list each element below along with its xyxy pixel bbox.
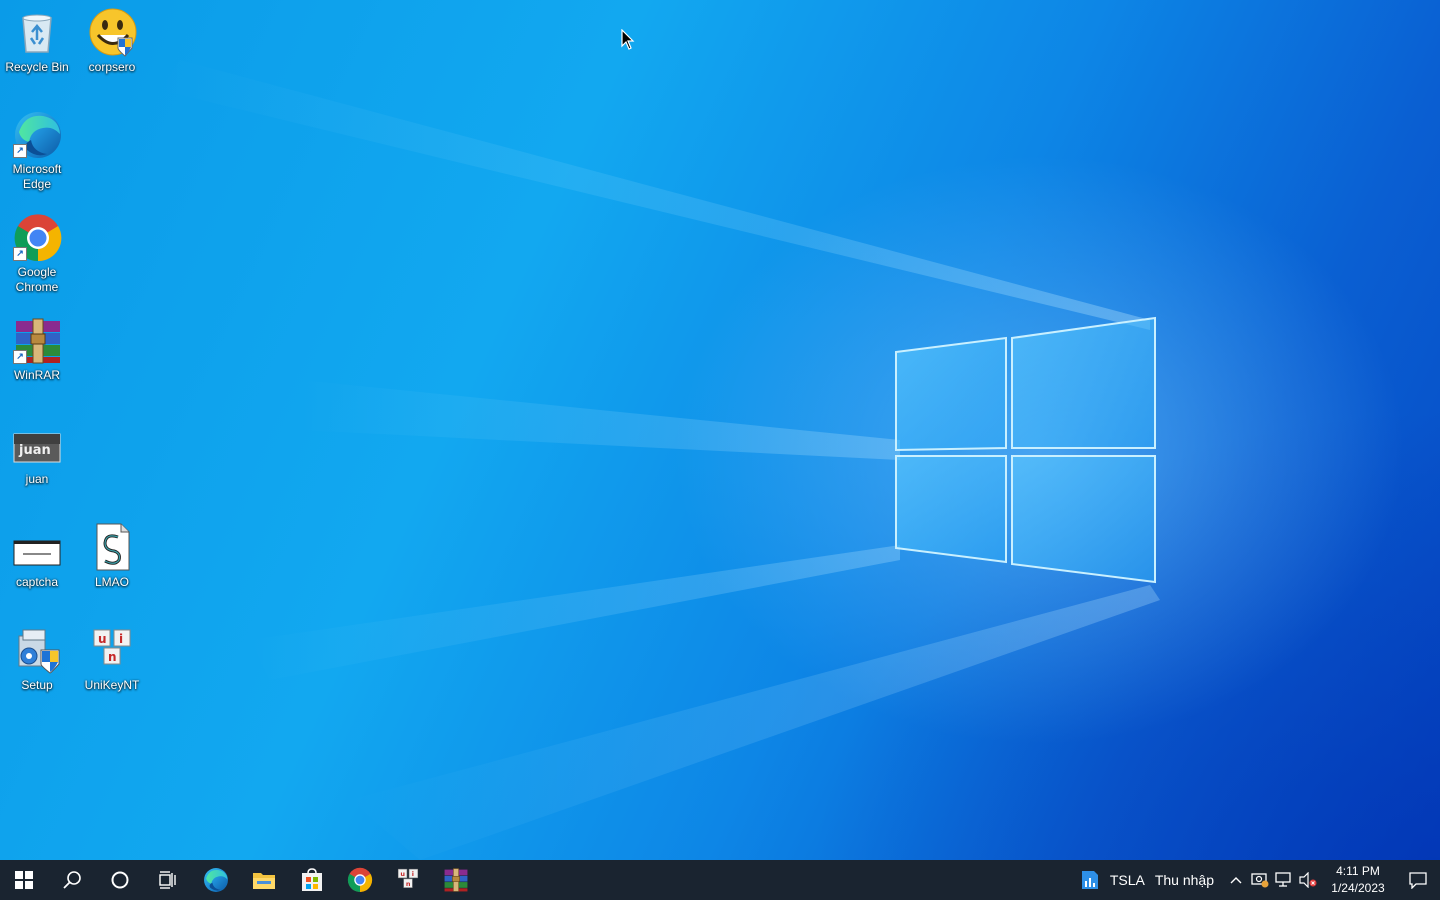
desktop-icon-label: Microsoft Edge bbox=[12, 162, 62, 191]
tray-update-button[interactable] bbox=[1248, 860, 1272, 900]
folder-icon bbox=[253, 873, 275, 889]
svg-text:n: n bbox=[108, 650, 117, 664]
desktop-icon-setup[interactable]: Setup bbox=[0, 626, 75, 693]
system-tray: TSLA Thu nhập 4:11 PM 1/24/2023 bbox=[1076, 860, 1440, 900]
store-icon bbox=[302, 868, 322, 891]
script-file-icon bbox=[88, 523, 136, 571]
stock-ticker-text[interactable]: TSLA bbox=[1110, 872, 1145, 888]
unikey-icon: u i n bbox=[88, 626, 136, 674]
juan-thumbnail-text: juan bbox=[18, 443, 51, 458]
search-icon bbox=[63, 871, 81, 889]
shortcut-arrow-icon: ↗ bbox=[13, 350, 27, 364]
desktop-icon-google-chrome[interactable]: ↗ Google Chrome bbox=[0, 213, 75, 295]
task-view-button[interactable] bbox=[144, 860, 192, 900]
chrome-icon: ↗ bbox=[13, 213, 62, 262]
svg-text:i: i bbox=[119, 632, 123, 646]
clock-date: 1/24/2023 bbox=[1331, 881, 1385, 895]
recycle-bin-icon bbox=[13, 8, 61, 56]
image-thumbnail-icon bbox=[13, 523, 61, 571]
desktop-icon-unikeynt[interactable]: u i n UniKeyNT bbox=[74, 626, 150, 693]
cortana-circle-icon bbox=[111, 871, 129, 889]
desktop-icon-juan[interactable]: juan juan bbox=[0, 420, 75, 487]
taskbar-edge-button[interactable] bbox=[192, 860, 240, 900]
notification-icon bbox=[1409, 872, 1427, 889]
svg-text:i: i bbox=[412, 870, 414, 878]
cortana-button[interactable] bbox=[96, 860, 144, 900]
stock-widget-icon-wrap[interactable] bbox=[1076, 860, 1104, 900]
mouse-cursor-icon bbox=[621, 29, 635, 50]
windows-update-icon bbox=[1251, 873, 1269, 888]
svg-text:u: u bbox=[400, 870, 405, 878]
action-center-button[interactable] bbox=[1396, 860, 1440, 900]
desktop-icon-label: corpsero bbox=[88, 60, 136, 74]
smiley-icon bbox=[88, 8, 137, 57]
network-icon bbox=[1275, 872, 1291, 887]
desktop-icon-label: captcha bbox=[15, 575, 59, 589]
wallpaper-light-beams bbox=[160, 60, 1160, 860]
chrome-icon bbox=[347, 867, 373, 892]
desktop-icon-label: juan bbox=[25, 472, 49, 486]
desktop-icon-label: Google Chrome bbox=[15, 265, 59, 294]
desktop-icon-label: Setup bbox=[21, 678, 53, 692]
stock-label-text[interactable]: Thu nhập bbox=[1155, 872, 1214, 888]
stock-chart-icon bbox=[1081, 871, 1098, 889]
taskbar-file-explorer-button[interactable] bbox=[240, 860, 288, 900]
svg-text:n: n bbox=[406, 880, 411, 888]
desktop-icon-recycle-bin[interactable]: Recycle Bin bbox=[0, 8, 75, 75]
shortcut-arrow-icon: ↗ bbox=[13, 144, 27, 158]
desktop-icon-microsoft-edge[interactable]: ↗ Microsoft Edge bbox=[0, 110, 75, 192]
tray-volume-button[interactable] bbox=[1296, 860, 1320, 900]
taskbar-winrar-button[interactable] bbox=[432, 860, 480, 900]
clock[interactable]: 4:11 PM 1/24/2023 bbox=[1324, 863, 1392, 897]
chevron-up-icon bbox=[1230, 877, 1242, 884]
taskbar-store-button[interactable] bbox=[288, 860, 336, 900]
desktop-icon-captcha[interactable]: captcha bbox=[0, 523, 75, 590]
winrar-icon: ↗ bbox=[13, 316, 61, 364]
desktop-icon-winrar[interactable]: ↗ WinRAR bbox=[0, 316, 75, 383]
edge-icon bbox=[204, 868, 228, 892]
desktop-icon-label: LMAO bbox=[94, 575, 129, 589]
edge-icon: ↗ bbox=[13, 110, 61, 158]
show-hidden-icons-button[interactable] bbox=[1224, 860, 1248, 900]
desktop-icon-label: Recycle Bin bbox=[5, 60, 69, 74]
setup-icon bbox=[13, 626, 61, 674]
desktop-icon-label: UniKeyNT bbox=[84, 678, 140, 692]
taskbar: u i n TSLA Thu nhập 4:11 PM 1/24/2023 bbox=[0, 860, 1440, 900]
windows-logo-wallpaper bbox=[895, 316, 1156, 584]
shortcut-arrow-icon: ↗ bbox=[13, 247, 27, 261]
desktop-icon-label: WinRAR bbox=[13, 368, 60, 382]
volume-muted-icon bbox=[1299, 872, 1317, 888]
clock-time: 4:11 PM bbox=[1336, 864, 1380, 878]
desktop-background[interactable]: Recycle Bin corpsero ↗ Microsoft Edge ↗ … bbox=[0, 0, 1440, 860]
tray-network-button[interactable] bbox=[1272, 860, 1296, 900]
taskbar-chrome-button[interactable] bbox=[336, 860, 384, 900]
search-button[interactable] bbox=[48, 860, 96, 900]
desktop-icon-corpsero[interactable]: corpsero bbox=[74, 8, 150, 75]
desktop-icon-lmao[interactable]: LMAO bbox=[74, 523, 150, 590]
start-button[interactable] bbox=[0, 860, 48, 900]
taskbar-unikey-button[interactable]: u i n bbox=[384, 860, 432, 900]
unikey-icon: u i n bbox=[397, 868, 419, 888]
task-view-icon bbox=[159, 871, 176, 889]
svg-text:u: u bbox=[98, 632, 107, 646]
image-thumbnail-icon: juan bbox=[13, 420, 61, 468]
winrar-icon bbox=[444, 868, 468, 892]
windows-start-icon bbox=[15, 871, 33, 889]
